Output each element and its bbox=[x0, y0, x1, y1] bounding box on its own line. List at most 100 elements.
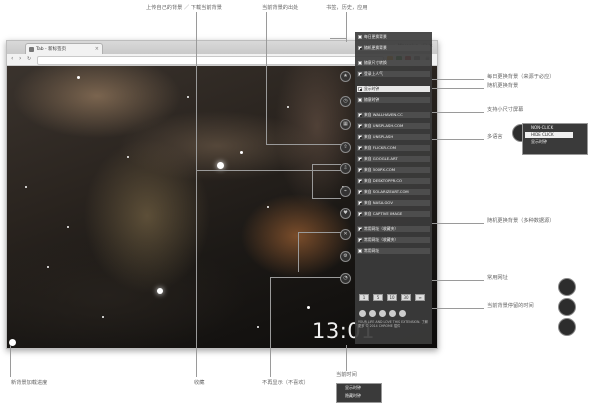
checkbox[interactable] bbox=[358, 113, 362, 117]
settings-option[interactable]: 来自 CAPTIVE IMAGE bbox=[357, 211, 430, 217]
share-icon[interactable] bbox=[359, 310, 366, 317]
checkbox[interactable] bbox=[358, 168, 362, 172]
checkbox[interactable] bbox=[358, 72, 362, 76]
settings-option[interactable]: 来自 DESKTOPPR.CO bbox=[357, 178, 430, 184]
dislike-icon[interactable]: ✕ bbox=[340, 229, 351, 240]
checkbox[interactable] bbox=[358, 179, 362, 183]
settings-option-label: 来自 UNSPLASH.COM bbox=[364, 123, 404, 128]
share-icon[interactable] bbox=[399, 310, 406, 317]
duration-button[interactable]: 1 bbox=[359, 294, 369, 301]
checkbox[interactable] bbox=[358, 212, 362, 216]
share-icon[interactable] bbox=[379, 310, 386, 317]
checkbox[interactable] bbox=[358, 135, 362, 139]
settings-option-label: 随意时钟 bbox=[364, 97, 380, 102]
leader-line bbox=[432, 308, 484, 309]
leader-line bbox=[312, 164, 313, 198]
download-icon[interactable]: ⇩ bbox=[340, 163, 351, 174]
annotation-random-wallpaper: 随机更换背景 bbox=[487, 83, 519, 89]
annotation-favorite: 收藏 bbox=[194, 380, 205, 386]
settings-option[interactable]: 来自 FLICKR.COM bbox=[357, 145, 430, 151]
checkbox[interactable] bbox=[358, 61, 362, 65]
forward-icon[interactable]: › bbox=[19, 55, 21, 62]
leader-line bbox=[432, 139, 484, 140]
settings-option-label: 显示时钟 bbox=[364, 86, 380, 91]
duration-button[interactable]: ∞ bbox=[415, 294, 425, 301]
history-icon[interactable]: ◷ bbox=[340, 96, 351, 107]
checkbox[interactable] bbox=[358, 157, 362, 161]
leader-line bbox=[266, 12, 267, 144]
settings-option[interactable]: 来自 UNSPLASH.COM bbox=[357, 123, 430, 129]
settings-option[interactable]: 来自 SOLARIZEART.COM bbox=[357, 189, 430, 195]
settings-option[interactable]: 随意尺寸转换 bbox=[357, 60, 430, 66]
duration-button[interactable]: 10 bbox=[387, 294, 397, 301]
duration-zoom-circle bbox=[558, 278, 576, 296]
settings-option[interactable]: 每日更换背景 bbox=[357, 34, 430, 40]
leader-line bbox=[432, 223, 484, 224]
settings-option-label: 来自 WALLHAVEN.CC bbox=[364, 112, 403, 117]
zoom-row[interactable]: NON-CLICK bbox=[525, 125, 585, 131]
duration-zoom-circle bbox=[558, 298, 576, 316]
annotation-upload-download: 上传自己的背景 ／ 下载当前背景 bbox=[146, 5, 222, 11]
bookmark-icon[interactable]: ★ bbox=[340, 71, 351, 82]
settings-option[interactable]: 常用网址（收藏夹） bbox=[357, 226, 430, 232]
share-icon[interactable] bbox=[389, 310, 396, 317]
annotation-common-urls: 常用网址 bbox=[487, 275, 508, 281]
leader-line bbox=[196, 170, 341, 171]
settings-option-label: 来自 GOOGLE.ART bbox=[364, 156, 398, 161]
zoom-row[interactable]: 显示时钟 bbox=[525, 139, 585, 145]
settings-option[interactable]: 来自 GOOGLE.ART bbox=[357, 156, 430, 162]
settings-option[interactable]: 常用网址 bbox=[357, 248, 430, 254]
favorite-icon[interactable]: ♥ bbox=[340, 208, 351, 219]
duration-button[interactable]: 5 bbox=[373, 294, 383, 301]
leader-line bbox=[432, 280, 484, 281]
apps-icon[interactable]: ▦ bbox=[340, 119, 351, 130]
checkbox[interactable] bbox=[358, 190, 362, 194]
timer-icon[interactable]: ◔ bbox=[340, 273, 351, 284]
zoom-row-highlight[interactable]: HIDE CLICK bbox=[525, 132, 573, 138]
settings-icon[interactable]: ⚙ bbox=[340, 251, 351, 262]
source-link-icon[interactable]: ⌁ bbox=[340, 186, 351, 197]
settings-option[interactable]: 来自 500PX.COM bbox=[357, 167, 430, 173]
settings-option[interactable]: 登录上人气 bbox=[357, 71, 430, 77]
browser-tab[interactable]: Tab - 新标签页 × bbox=[25, 43, 103, 54]
address-bar[interactable] bbox=[37, 56, 384, 65]
leader-line bbox=[298, 232, 299, 272]
zoom-row[interactable]: 显示时钟 bbox=[339, 385, 379, 391]
settings-option-label: 常用网址（收藏夹） bbox=[364, 226, 399, 231]
checkbox[interactable] bbox=[358, 124, 362, 128]
settings-option-label: 来自 FLICKR.COM bbox=[364, 145, 396, 150]
checkbox[interactable] bbox=[358, 146, 362, 150]
panel-footer-text: YOUR LIFE AND LOVE THIS EXTENSION. 了解更多 … bbox=[358, 320, 428, 328]
settings-option[interactable]: 来自 NASA.GOV bbox=[357, 200, 430, 206]
reload-icon[interactable]: ↻ bbox=[27, 56, 31, 62]
annotation-new-bg-progress: 新背景加载进度 bbox=[11, 380, 48, 386]
settings-option[interactable]: 来自 WALLHAVEN.CC bbox=[357, 112, 430, 118]
checkbox[interactable] bbox=[358, 238, 362, 242]
share-icon[interactable] bbox=[369, 310, 376, 317]
settings-option-label: 来自 UNSPLASH bbox=[364, 134, 394, 139]
checkbox[interactable] bbox=[358, 201, 362, 205]
checkbox[interactable] bbox=[358, 35, 362, 39]
upload-icon[interactable]: ⇧ bbox=[340, 142, 351, 153]
zoom-row[interactable]: 隐藏时钟 bbox=[339, 393, 379, 399]
checkbox[interactable] bbox=[358, 227, 362, 231]
clock-zoom: 显示时钟 隐藏时钟 bbox=[336, 383, 382, 403]
settings-option-label: 来自 CAPTIVE IMAGE bbox=[364, 211, 403, 216]
settings-option-label: 来自 SOLARIZEART.COM bbox=[364, 189, 409, 194]
back-icon[interactable]: ‹ bbox=[11, 55, 13, 62]
checkbox[interactable] bbox=[358, 249, 362, 253]
settings-option[interactable]: 常用网址（收藏夹） bbox=[357, 237, 430, 243]
settings-option[interactable]: 显示时钟 bbox=[357, 86, 430, 92]
settings-option-label: 每日更换背景 bbox=[364, 34, 387, 39]
duration-buttons: 1 5 10 30 ∞ bbox=[357, 294, 430, 302]
leader-line bbox=[298, 232, 341, 233]
settings-option[interactable]: 随机更换背景 bbox=[357, 45, 430, 51]
settings-option-label: 来自 DESKTOPPR.CO bbox=[364, 178, 402, 183]
leader-line bbox=[312, 164, 341, 165]
checkbox[interactable] bbox=[358, 87, 362, 91]
checkbox[interactable] bbox=[358, 46, 362, 50]
checkbox[interactable] bbox=[358, 98, 362, 102]
settings-option[interactable]: 来自 UNSPLASH bbox=[357, 134, 430, 140]
settings-option[interactable]: 随意时钟 bbox=[357, 97, 430, 103]
duration-button[interactable]: 30 bbox=[401, 294, 411, 301]
